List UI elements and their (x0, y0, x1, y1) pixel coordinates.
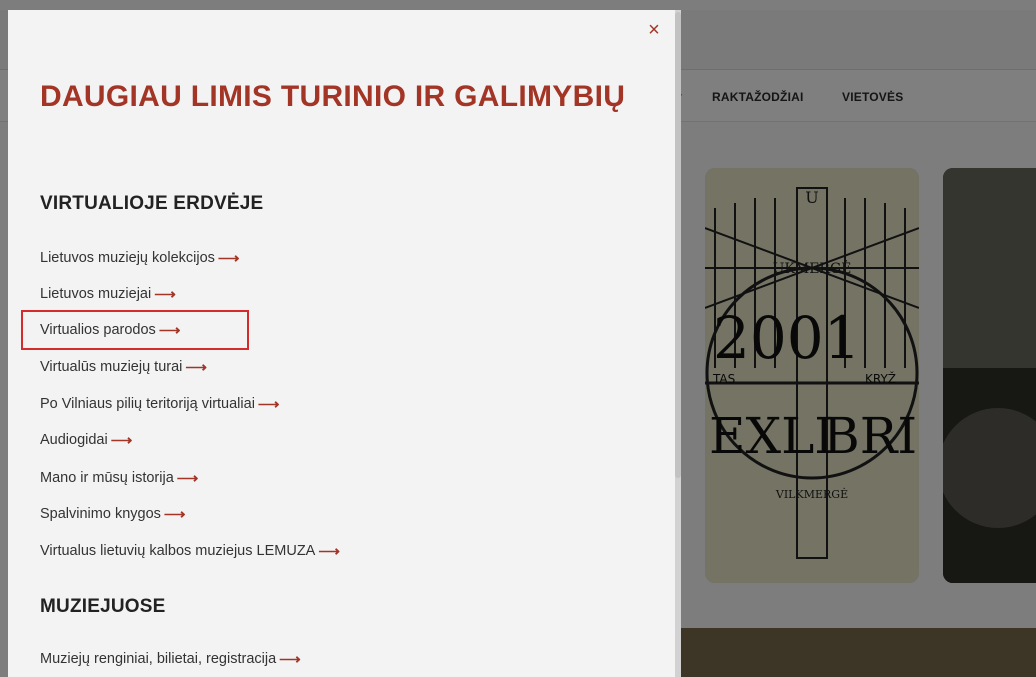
drawer-title: DAUGIAU LIMIS TURINIO IR GALIMYBIŲ (40, 80, 626, 113)
arrow-right-icon: ⟶ (163, 506, 186, 523)
link-museum-events[interactable]: Muziejų renginiai, bilietai, registracij… (40, 650, 301, 668)
scrollbar-thumb[interactable] (675, 12, 681, 478)
link-label: Muziejų renginiai, bilietai, registracij… (40, 651, 277, 667)
arrow-right-icon: ⟶ (318, 543, 340, 560)
link-label: Spalvinimo knygos (40, 506, 161, 522)
arrow-right-icon: ⟶ (110, 432, 133, 449)
close-icon[interactable]: × (644, 20, 664, 40)
link-label: Audiogidai (40, 432, 108, 448)
link-lemuza[interactable]: Virtualus lietuvių kalbos muziejus LEMUZ… (40, 542, 340, 560)
link-vilnius-castles[interactable]: Po Vilniaus pilių teritoriją virtualiai … (40, 395, 279, 413)
drawer-scrollbar[interactable] (675, 10, 681, 677)
arrow-right-icon: ⟶ (257, 396, 280, 413)
link-my-and-our-history[interactable]: Mano ir mūsų istorija ⟶ (40, 469, 198, 487)
link-label: Virtualus lietuvių kalbos muziejus LEMUZ… (40, 543, 316, 559)
link-label: Po Vilniaus pilių teritoriją virtualiai (40, 396, 255, 412)
link-virtual-tours[interactable]: Virtualūs muziejų turai ⟶ (40, 358, 207, 376)
link-label: Lietuvos muziejai (40, 286, 152, 302)
arrow-right-icon: ⟶ (217, 250, 240, 267)
link-label: Virtualūs muziejų turai (40, 359, 183, 375)
link-label: Lietuvos muziejų kolekcijos (40, 250, 215, 266)
link-audioguides[interactable]: Audiogidai ⟶ (40, 431, 132, 449)
highlight-box (21, 310, 249, 350)
link-lithuanian-museums[interactable]: Lietuvos muziejai ⟶ (40, 285, 176, 303)
arrow-right-icon: ⟶ (176, 470, 199, 487)
link-label: Mano ir mūsų istorija (40, 470, 174, 486)
link-coloring-books[interactable]: Spalvinimo knygos ⟶ (40, 505, 185, 523)
arrow-right-icon: ⟶ (279, 651, 301, 668)
arrow-right-icon: ⟶ (154, 286, 176, 303)
section-title-museums: MUZIEJUOSE (40, 596, 166, 617)
section-title-virtual: VIRTUALIOJE ERDVĖJE (40, 193, 264, 214)
arrow-right-icon: ⟶ (185, 359, 207, 376)
link-museum-collections[interactable]: Lietuvos muziejų kolekcijos ⟶ (40, 249, 239, 267)
